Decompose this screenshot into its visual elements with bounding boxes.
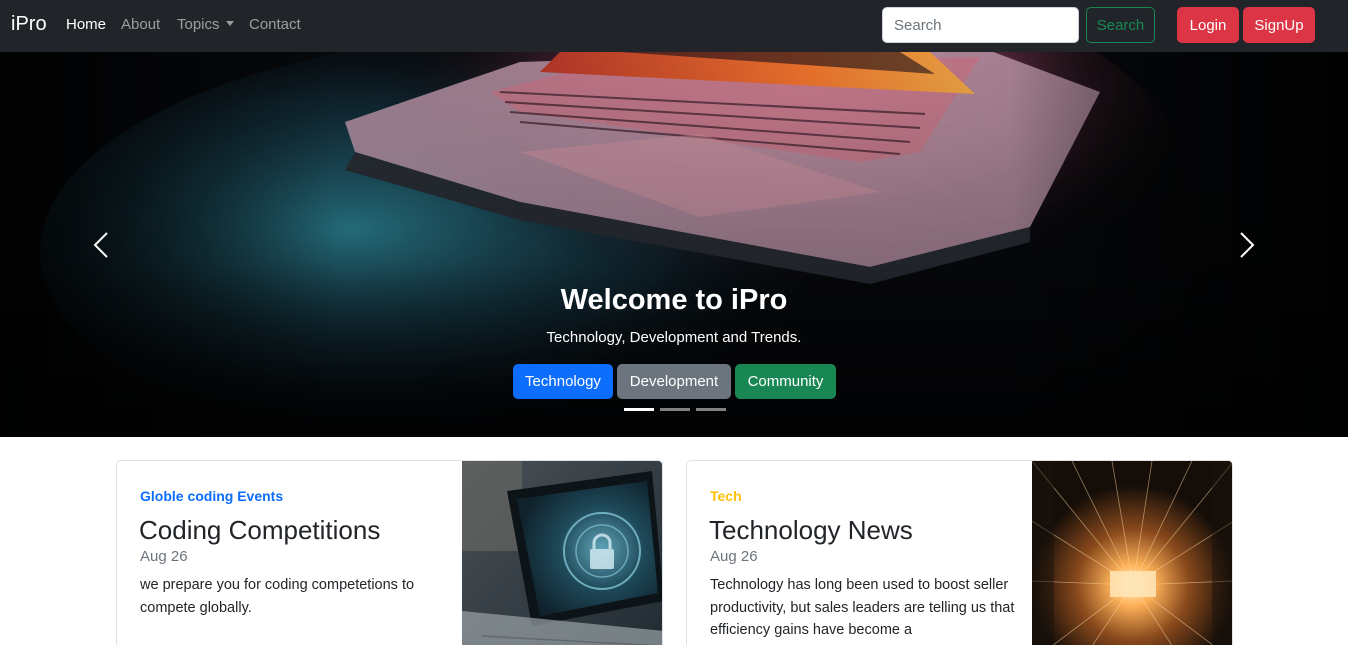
chevron-left-icon [93, 232, 108, 258]
navbar: iPro Home About Topics Contact Search Lo… [0, 0, 1348, 52]
carousel-indicator-1[interactable] [624, 408, 654, 411]
login-button[interactable]: Login [1177, 7, 1239, 43]
chevron-down-icon [225, 21, 234, 26]
carousel-caption-title: Welcome to iPro [560, 284, 788, 316]
community-button[interactable]: Community [735, 364, 836, 399]
card-text: Technology has long been used to boost s… [710, 577, 1015, 638]
technology-button[interactable]: Technology [513, 364, 613, 399]
card-date: Aug 26 [710, 548, 758, 565]
nav-link-contact[interactable]: Contact [249, 16, 301, 33]
carousel-indicator-2[interactable] [660, 408, 690, 411]
card-category: Globle coding Events [140, 488, 284, 504]
carousel-next-button[interactable] [1232, 228, 1262, 262]
search-button[interactable]: Search [1086, 7, 1155, 43]
nav-dropdown-topics-label: Topics [177, 16, 220, 33]
brand-logo[interactable]: iPro [11, 13, 47, 36]
card-date: Aug 26 [140, 548, 188, 565]
card-category: Tech [710, 488, 742, 504]
nav-link-about[interactable]: About [121, 16, 160, 33]
development-button[interactable]: Development [617, 364, 731, 399]
card-title: Technology News [709, 515, 913, 545]
carousel-prev-button[interactable] [86, 228, 116, 262]
hero-carousel: Welcome to iPro Technology, Development … [0, 52, 1348, 437]
data-tunnel-image [1032, 461, 1232, 645]
signup-button[interactable]: SignUp [1243, 7, 1315, 43]
card-title: Coding Competitions [139, 515, 381, 545]
carousel-caption-subtitle: Technology, Development and Trends. [546, 329, 802, 346]
nav-dropdown-topics[interactable]: Topics [177, 16, 234, 33]
chevron-right-icon [1240, 232, 1255, 258]
search-input[interactable] [882, 7, 1079, 43]
article-card-coding-competitions[interactable]: Globle coding Events Coding Competitions… [116, 460, 663, 645]
article-card-technology-news[interactable]: Tech Technology News Aug 26 Technology h… [686, 460, 1233, 645]
security-laptop-image [462, 461, 662, 645]
carousel-indicator-3[interactable] [696, 408, 726, 411]
card-text: we prepare you for coding competetions t… [140, 577, 415, 616]
nav-link-home[interactable]: Home [66, 16, 106, 33]
